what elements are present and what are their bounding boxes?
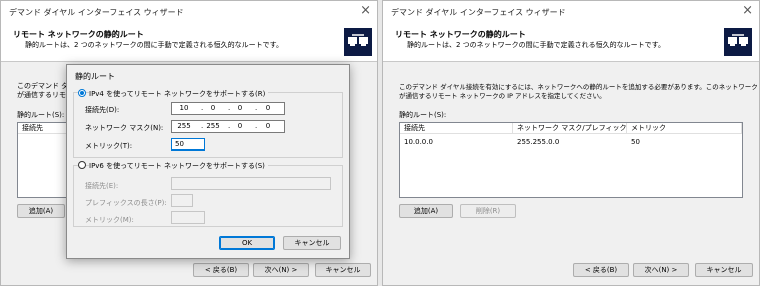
right-header-banner: リモート ネットワークの静的ルート 静的ルートは、2 つのネットワークの間に手動…: [383, 23, 759, 62]
left-back-button[interactable]: < 戻る(B): [193, 263, 249, 277]
right-list-label: 静的ルート(S):: [399, 111, 447, 119]
mask-octet-4[interactable]: 0: [258, 122, 278, 130]
left-header-title: リモート ネットワークの静的ルート: [13, 30, 144, 39]
metric-field[interactable]: 50: [171, 138, 205, 151]
right-close-icon[interactable]: ×: [742, 4, 753, 17]
left-cancel-button[interactable]: キャンセル: [315, 263, 371, 277]
metric-label: メトリック(T):: [85, 142, 133, 150]
dest-dot-3: .: [255, 104, 258, 112]
left-col-dest[interactable]: 接続先: [18, 123, 69, 134]
left-list-label: 静的ルート(S):: [17, 111, 65, 119]
mask-octet-1[interactable]: 255: [174, 122, 194, 130]
mask-label: ネットワーク マスク(N):: [85, 124, 164, 132]
ipv4-radio[interactable]: [78, 89, 86, 97]
ipv6-dest-field[interactable]: [171, 177, 331, 190]
mask-ip-field[interactable]: 255 . 255 . 0 . 0: [171, 120, 285, 133]
row-metric: 50: [631, 138, 640, 146]
left-close-icon[interactable]: ×: [360, 4, 371, 17]
mask-octet-2[interactable]: 255: [203, 122, 223, 130]
prefix-field[interactable]: [171, 194, 193, 207]
network-wizard-icon: [724, 28, 752, 56]
dest-octet-3[interactable]: 0: [230, 104, 250, 112]
dest-ip-field[interactable]: 10 . 0 . 0 . 0: [171, 102, 285, 115]
network-wizard-icon: [344, 28, 372, 56]
dest-octet-1[interactable]: 10: [174, 104, 194, 112]
dialog-title: 静的ルート: [75, 72, 115, 81]
mask-octet-3[interactable]: 0: [230, 122, 250, 130]
right-header-subtitle: 静的ルートは、2 つのネットワークの間に手動で定義される恒久的なルートです。: [407, 41, 665, 49]
col-header-metric[interactable]: メトリック: [627, 123, 742, 134]
right-add-button[interactable]: 追加(A): [399, 204, 453, 218]
ipv6-metric-field[interactable]: [171, 211, 205, 224]
right-titlebar: デマンド ダイヤル インターフェイス ウィザード ×: [383, 1, 759, 23]
right-delete-button[interactable]: 削除(R): [460, 204, 516, 218]
left-header-banner: リモート ネットワークの静的ルート 静的ルートは、2 つのネットワークの間に手動…: [1, 23, 377, 62]
right-back-button[interactable]: < 戻る(B): [573, 263, 629, 277]
row-dest: 10.0.0.0: [404, 138, 433, 146]
left-header-subtitle: 静的ルートは、2 つのネットワークの間に手動で定義される恒久的なルートです。: [25, 41, 283, 49]
right-window-title: デマンド ダイヤル インターフェイス ウィザード: [391, 8, 566, 17]
dest-label: 接続先(D):: [85, 106, 120, 114]
ipv6-radio[interactable]: [78, 161, 86, 169]
right-wizard-window: デマンド ダイヤル インターフェイス ウィザード × リモート ネットワークの静…: [382, 0, 760, 286]
right-body-line2: が通信するリモート ネットワークの IP アドレスを指定してください。: [399, 92, 606, 100]
right-cancel-button[interactable]: キャンセル: [695, 263, 753, 277]
metric-value[interactable]: 50: [175, 140, 184, 148]
left-titlebar: デマンド ダイヤル インターフェイス ウィザード ×: [1, 1, 377, 23]
right-routes-list[interactable]: 接続先 ネットワーク マスク/プレフィックス... メトリック 10.0.0.0…: [399, 122, 743, 198]
right-header-title: リモート ネットワークの静的ルート: [395, 30, 526, 39]
dest-octet-2[interactable]: 0: [203, 104, 223, 112]
mask-dot-3: .: [255, 122, 258, 130]
row-mask: 255.255.0.0: [517, 138, 560, 146]
col-header-dest[interactable]: 接続先: [400, 123, 513, 134]
ipv6-dest-label: 接続先(E):: [85, 182, 119, 190]
right-next-button[interactable]: 次へ(N) >: [633, 263, 689, 277]
ipv6-radio-label[interactable]: IPv6 を使ってリモート ネットワークをサポートする(S): [89, 161, 268, 171]
dialog-cancel-button[interactable]: キャンセル: [283, 236, 341, 250]
static-route-dialog: 静的ルート IPv4 を使ってリモート ネットワークをサポートする(R) 接続先…: [66, 64, 350, 259]
left-routes-list[interactable]: 接続先: [17, 122, 69, 198]
ipv6-metric-label: メトリック(M):: [85, 216, 134, 224]
prefix-label: プレフィックスの長さ(P):: [85, 199, 167, 207]
col-header-mask[interactable]: ネットワーク マスク/プレフィックス...: [513, 123, 627, 134]
left-add-button[interactable]: 追加(A): [17, 204, 65, 218]
ipv4-radio-label[interactable]: IPv4 を使ってリモート ネットワークをサポートする(R): [89, 89, 269, 99]
dest-octet-4[interactable]: 0: [258, 104, 278, 112]
left-body-line2: が通信するリモー: [17, 91, 73, 99]
dialog-ok-button[interactable]: OK: [219, 236, 275, 250]
left-window-title: デマンド ダイヤル インターフェイス ウィザード: [9, 8, 184, 17]
left-next-button[interactable]: 次へ(N) >: [253, 263, 309, 277]
